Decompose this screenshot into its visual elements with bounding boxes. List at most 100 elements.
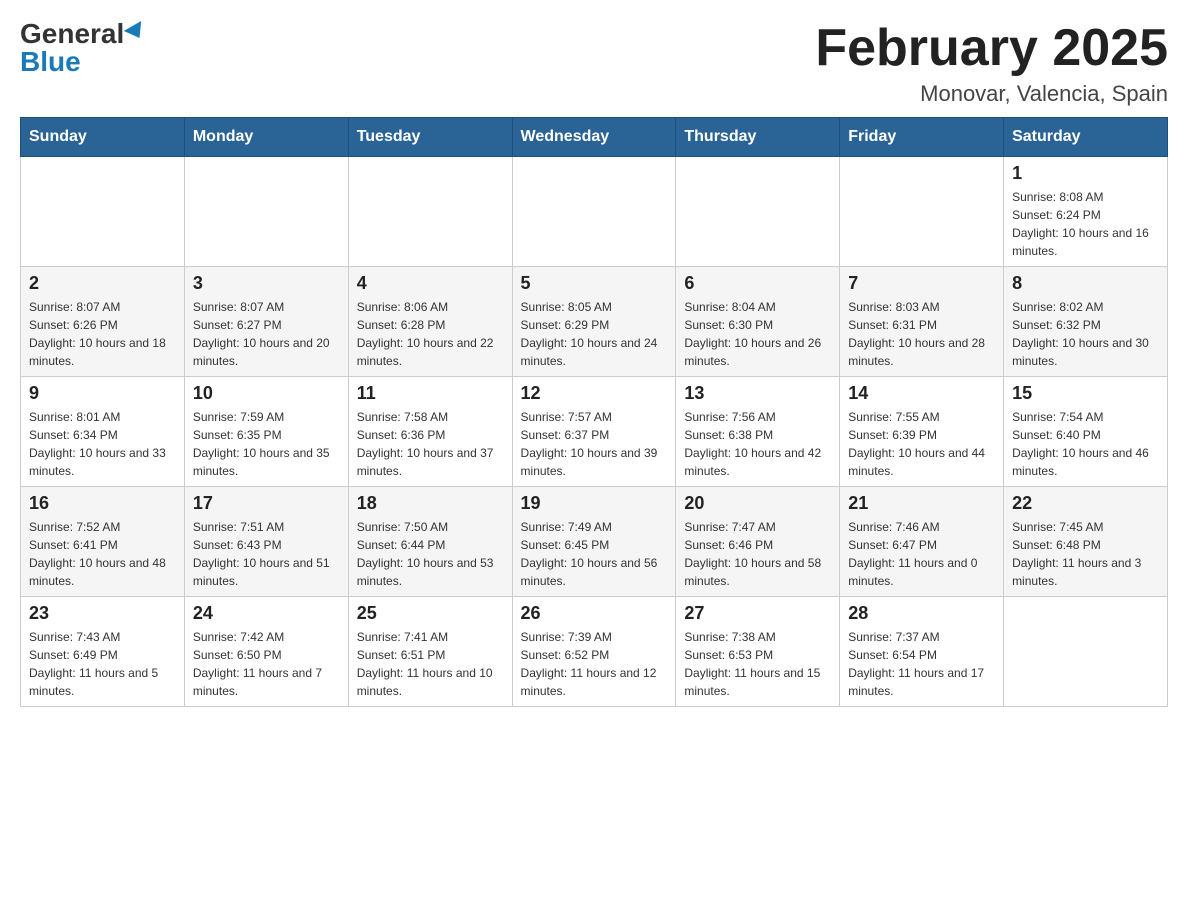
calendar-cell: 10 Sunrise: 7:59 AM Sunset: 6:35 PM Dayli… <box>184 377 348 487</box>
day-info: Sunrise: 7:39 AM Sunset: 6:52 PM Dayligh… <box>521 628 668 700</box>
day-info: Sunrise: 7:57 AM Sunset: 6:37 PM Dayligh… <box>521 408 668 480</box>
calendar-cell: 27Sunrise: 7:38 AM Sunset: 6:53 PM Dayli… <box>676 597 840 707</box>
calendar-cell: 28 Sunrise: 7:37 AM Sunset: 6:54 PM Dayli… <box>840 597 1004 707</box>
calendar-cell: 14 Sunrise: 7:55 AM Sunset: 6:39 PM Dayli… <box>840 377 1004 487</box>
day-number: 14 <box>848 383 995 404</box>
day-info: Sunrise: 7:54 AM Sunset: 6:40 PM Dayligh… <box>1012 408 1159 480</box>
day-number: 27 <box>684 603 831 624</box>
day-number: 21 <box>848 493 995 514</box>
day-number: 6 <box>684 273 831 294</box>
calendar-cell: 8 Sunrise: 8:02 AM Sunset: 6:32 PM Daylig… <box>1004 267 1168 377</box>
day-info: Sunrise: 7:42 AM Sunset: 6:50 PM Dayligh… <box>193 628 340 700</box>
day-header-monday: Monday <box>184 118 348 157</box>
day-number: 19 <box>521 493 668 514</box>
day-info: Sunrise: 8:07 AM Sunset: 6:27 PM Dayligh… <box>193 298 340 370</box>
day-number: 18 <box>357 493 504 514</box>
day-number: 2 <box>29 273 176 294</box>
calendar-cell <box>184 157 348 267</box>
day-number: 28 <box>848 603 995 624</box>
day-number: 16 <box>29 493 176 514</box>
logo: General Blue <box>20 20 146 76</box>
day-number: 25 <box>357 603 504 624</box>
day-info: Sunrise: 8:02 AM Sunset: 6:32 PM Dayligh… <box>1012 298 1159 370</box>
day-info: Sunrise: 7:52 AM Sunset: 6:41 PM Dayligh… <box>29 518 176 590</box>
day-header-wednesday: Wednesday <box>512 118 676 157</box>
title-block: February 2025 Monovar, Valencia, Spain <box>815 20 1168 107</box>
header-row: SundayMondayTuesdayWednesdayThursdayFrid… <box>21 118 1168 157</box>
calendar-cell: 13 Sunrise: 7:56 AM Sunset: 6:38 PM Dayli… <box>676 377 840 487</box>
calendar-cell <box>348 157 512 267</box>
day-info: Sunrise: 7:49 AM Sunset: 6:45 PM Dayligh… <box>521 518 668 590</box>
day-info: Sunrise: 7:46 AM Sunset: 6:47 PM Dayligh… <box>848 518 995 590</box>
logo-general-text: General <box>20 20 124 48</box>
calendar-cell: 5 Sunrise: 8:05 AM Sunset: 6:29 PM Daylig… <box>512 267 676 377</box>
day-info: Sunrise: 7:43 AM Sunset: 6:49 PM Dayligh… <box>29 628 176 700</box>
day-header-tuesday: Tuesday <box>348 118 512 157</box>
calendar-cell: 20 Sunrise: 7:47 AM Sunset: 6:46 PM Dayli… <box>676 487 840 597</box>
calendar-cell: 23Sunrise: 7:43 AM Sunset: 6:49 PM Dayli… <box>21 597 185 707</box>
calendar-cell <box>840 157 1004 267</box>
day-info: Sunrise: 8:01 AM Sunset: 6:34 PM Dayligh… <box>29 408 176 480</box>
calendar-cell: 25 Sunrise: 7:41 AM Sunset: 6:51 PM Dayli… <box>348 597 512 707</box>
calendar-table: SundayMondayTuesdayWednesdayThursdayFrid… <box>20 117 1168 707</box>
month-title: February 2025 <box>815 20 1168 77</box>
day-info: Sunrise: 7:59 AM Sunset: 6:35 PM Dayligh… <box>193 408 340 480</box>
day-number: 15 <box>1012 383 1159 404</box>
day-info: Sunrise: 8:03 AM Sunset: 6:31 PM Dayligh… <box>848 298 995 370</box>
page-header: General Blue February 2025 Monovar, Vale… <box>20 20 1168 107</box>
day-info: Sunrise: 8:05 AM Sunset: 6:29 PM Dayligh… <box>521 298 668 370</box>
day-info: Sunrise: 7:56 AM Sunset: 6:38 PM Dayligh… <box>684 408 831 480</box>
day-info: Sunrise: 7:45 AM Sunset: 6:48 PM Dayligh… <box>1012 518 1159 590</box>
week-row-3: 9Sunrise: 8:01 AM Sunset: 6:34 PM Daylig… <box>21 377 1168 487</box>
calendar-cell <box>21 157 185 267</box>
day-number: 1 <box>1012 163 1159 184</box>
day-info: Sunrise: 8:06 AM Sunset: 6:28 PM Dayligh… <box>357 298 504 370</box>
calendar-cell: 19 Sunrise: 7:49 AM Sunset: 6:45 PM Dayli… <box>512 487 676 597</box>
day-header-saturday: Saturday <box>1004 118 1168 157</box>
day-number: 10 <box>193 383 340 404</box>
day-info: Sunrise: 7:55 AM Sunset: 6:39 PM Dayligh… <box>848 408 995 480</box>
day-number: 20 <box>684 493 831 514</box>
day-info: Sunrise: 8:07 AM Sunset: 6:26 PM Dayligh… <box>29 298 176 370</box>
week-row-1: 1 Sunrise: 8:08 AM Sunset: 6:24 PM Daylig… <box>21 157 1168 267</box>
week-row-2: 2 Sunrise: 8:07 AM Sunset: 6:26 PM Daylig… <box>21 267 1168 377</box>
day-info: Sunrise: 7:58 AM Sunset: 6:36 PM Dayligh… <box>357 408 504 480</box>
day-info: Sunrise: 7:41 AM Sunset: 6:51 PM Dayligh… <box>357 628 504 700</box>
calendar-cell <box>512 157 676 267</box>
calendar-cell: 9Sunrise: 8:01 AM Sunset: 6:34 PM Daylig… <box>21 377 185 487</box>
day-number: 24 <box>193 603 340 624</box>
day-info: Sunrise: 8:08 AM Sunset: 6:24 PM Dayligh… <box>1012 188 1159 260</box>
calendar-cell <box>1004 597 1168 707</box>
logo-triangle-icon <box>124 21 148 43</box>
day-number: 3 <box>193 273 340 294</box>
day-number: 8 <box>1012 273 1159 294</box>
calendar-cell: 1 Sunrise: 8:08 AM Sunset: 6:24 PM Daylig… <box>1004 157 1168 267</box>
calendar-cell: 2 Sunrise: 8:07 AM Sunset: 6:26 PM Daylig… <box>21 267 185 377</box>
calendar-cell: 6Sunrise: 8:04 AM Sunset: 6:30 PM Daylig… <box>676 267 840 377</box>
calendar-cell: 12 Sunrise: 7:57 AM Sunset: 6:37 PM Dayli… <box>512 377 676 487</box>
day-number: 26 <box>521 603 668 624</box>
logo-blue-text: Blue <box>20 48 81 76</box>
location: Monovar, Valencia, Spain <box>815 81 1168 107</box>
day-number: 12 <box>521 383 668 404</box>
week-row-4: 16 Sunrise: 7:52 AM Sunset: 6:41 PM Dayli… <box>21 487 1168 597</box>
calendar-cell: 4 Sunrise: 8:06 AM Sunset: 6:28 PM Daylig… <box>348 267 512 377</box>
day-number: 5 <box>521 273 668 294</box>
calendar-cell <box>676 157 840 267</box>
day-info: Sunrise: 7:47 AM Sunset: 6:46 PM Dayligh… <box>684 518 831 590</box>
calendar-cell: 17 Sunrise: 7:51 AM Sunset: 6:43 PM Dayli… <box>184 487 348 597</box>
calendar-cell: 18 Sunrise: 7:50 AM Sunset: 6:44 PM Dayli… <box>348 487 512 597</box>
day-number: 4 <box>357 273 504 294</box>
day-number: 17 <box>193 493 340 514</box>
calendar-cell: 22 Sunrise: 7:45 AM Sunset: 6:48 PM Dayli… <box>1004 487 1168 597</box>
day-info: Sunrise: 7:51 AM Sunset: 6:43 PM Dayligh… <box>193 518 340 590</box>
day-info: Sunrise: 7:50 AM Sunset: 6:44 PM Dayligh… <box>357 518 504 590</box>
calendar-cell: 7Sunrise: 8:03 AM Sunset: 6:31 PM Daylig… <box>840 267 1004 377</box>
day-number: 11 <box>357 383 504 404</box>
day-number: 13 <box>684 383 831 404</box>
calendar-cell: 21 Sunrise: 7:46 AM Sunset: 6:47 PM Dayli… <box>840 487 1004 597</box>
day-info: Sunrise: 7:37 AM Sunset: 6:54 PM Dayligh… <box>848 628 995 700</box>
day-header-friday: Friday <box>840 118 1004 157</box>
calendar-cell: 24 Sunrise: 7:42 AM Sunset: 6:50 PM Dayli… <box>184 597 348 707</box>
day-number: 22 <box>1012 493 1159 514</box>
